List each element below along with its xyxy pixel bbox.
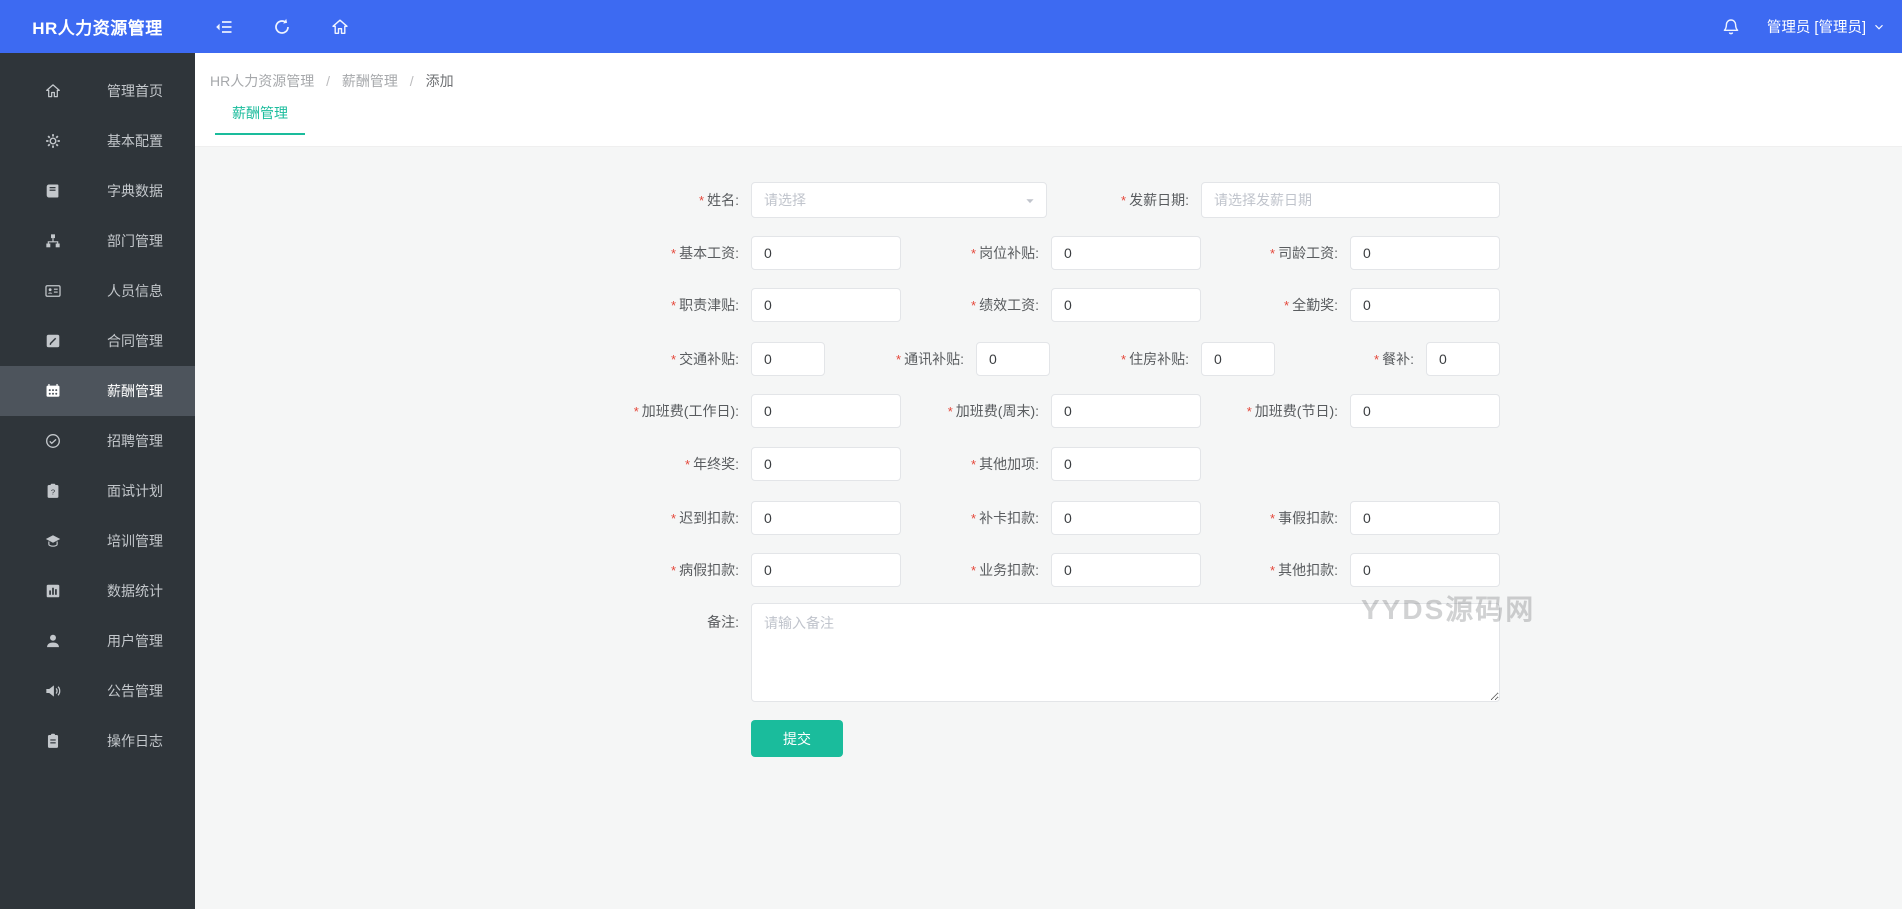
sitemap-icon xyxy=(44,232,62,250)
book-icon xyxy=(44,182,62,200)
sidebar: 管理首页 基本配置 字典数据 部门管理 人员信息 合同管理 薪酬管理 招聘管理 … xyxy=(0,53,195,909)
field-other-additions: * 其他加项: xyxy=(821,447,1201,481)
stats-chart-icon xyxy=(44,582,62,600)
sidebar-item-training[interactable]: 培训管理 xyxy=(0,516,195,566)
tab-salary-management[interactable]: 薪酬管理 xyxy=(215,103,305,135)
home-icon[interactable] xyxy=(330,17,350,37)
sidebar-item-logs[interactable]: 操作日志 xyxy=(0,716,195,766)
seniority-salary-input[interactable] xyxy=(1350,236,1500,270)
submit-button[interactable]: 提交 xyxy=(751,720,843,757)
field-payday: * 发薪日期: xyxy=(971,182,1500,218)
sidebar-item-salary[interactable]: 薪酬管理 xyxy=(0,366,195,416)
sidebar-item-contract[interactable]: 合同管理 xyxy=(0,316,195,366)
sidebar-item-statistics[interactable]: 数据统计 xyxy=(0,566,195,616)
other-additions-input[interactable] xyxy=(1051,447,1201,481)
user-icon xyxy=(44,632,62,650)
logs-clipboard-icon xyxy=(44,732,62,750)
user-menu[interactable]: 管理员 [管理员] xyxy=(1767,16,1886,37)
sidebar-item-personnel[interactable]: 人员信息 xyxy=(0,266,195,316)
contract-icon xyxy=(44,332,62,350)
sidebar-item-users[interactable]: 用户管理 xyxy=(0,616,195,666)
meal-allowance-input[interactable] xyxy=(1426,342,1500,376)
bell-icon[interactable] xyxy=(1721,17,1741,37)
full-attendance-input[interactable] xyxy=(1350,288,1500,322)
field-remark: 备注: xyxy=(521,603,1500,702)
sidebar-item-dictionary[interactable]: 字典数据 xyxy=(0,166,195,216)
sidebar-item-recruit[interactable]: 招聘管理 xyxy=(0,416,195,466)
gear-icon xyxy=(44,132,62,150)
field-meal-allowance: * 餐补: xyxy=(1196,342,1500,376)
breadcrumb-item-salary[interactable]: 薪酬管理 xyxy=(342,73,398,89)
user-label: 管理员 [管理员] xyxy=(1766,20,1866,36)
sidebar-item-department[interactable]: 部门管理 xyxy=(0,216,195,266)
svg-text:?: ? xyxy=(51,487,55,496)
tab-bar: 薪酬管理 xyxy=(215,103,305,135)
field-overtime-holiday: * 加班费(节日): xyxy=(1120,394,1500,428)
app-title: HR人力资源管理 xyxy=(32,19,163,38)
field-seniority-salary: * 司龄工资: xyxy=(1120,236,1500,270)
recruit-handshake-icon xyxy=(44,432,62,450)
field-personal-leave-deduction: * 事假扣款: xyxy=(1120,501,1500,535)
salary-icon xyxy=(44,382,62,400)
overtime-holiday-input[interactable] xyxy=(1350,394,1500,428)
home-icon xyxy=(44,82,62,100)
breadcrumb-separator: / xyxy=(326,73,331,89)
field-full-attendance: * 全勤奖: xyxy=(1120,288,1500,322)
training-cap-icon xyxy=(44,532,62,550)
id-card-icon xyxy=(44,282,62,300)
field-label: 姓名: xyxy=(707,192,739,208)
main-content: HR人力资源管理 / 薪酬管理 / 添加 薪酬管理 * 姓名: 请选择 * 发薪日期… xyxy=(195,53,1902,909)
top-navbar: HR人力资源管理 管理员 [管理员] xyxy=(0,0,1902,53)
sidebar-item-basic-config[interactable]: 基本配置 xyxy=(0,116,195,166)
breadcrumb-separator: / xyxy=(409,73,414,89)
field-name: * 姓名: 请选择 xyxy=(521,182,1047,218)
breadcrumb: HR人力资源管理 / 薪酬管理 / 添加 xyxy=(210,71,454,91)
announcement-speaker-icon xyxy=(44,682,62,700)
breadcrumb-item-add: 添加 xyxy=(425,73,454,89)
salary-form-panel: *姓名: 请选择 *发薪日期: *基本工资: *岗位补贴: *司龄工资: *职责… xyxy=(195,147,1902,909)
breadcrumb-item-root[interactable]: HR人力资源管理 xyxy=(210,73,314,89)
sidebar-item-interview[interactable]: ? 面试计划 xyxy=(0,466,195,516)
sidebar-item-announcement[interactable]: 公告管理 xyxy=(0,666,195,716)
other-deduction-input[interactable] xyxy=(1350,553,1500,587)
interview-plan-icon: ? xyxy=(44,482,62,500)
refresh-icon[interactable] xyxy=(272,17,292,37)
sidebar-item-dashboard[interactable]: 管理首页 xyxy=(0,66,195,116)
field-other-deduction: * 其他扣款: xyxy=(1120,553,1500,587)
payday-input[interactable] xyxy=(1201,182,1500,218)
collapse-menu-icon[interactable] xyxy=(214,17,234,37)
required-mark: * xyxy=(699,193,705,208)
chevron-down-icon xyxy=(1875,24,1883,30)
personal-leave-deduction-input[interactable] xyxy=(1350,501,1500,535)
watermark: YYDS源码网 xyxy=(1361,594,1536,625)
